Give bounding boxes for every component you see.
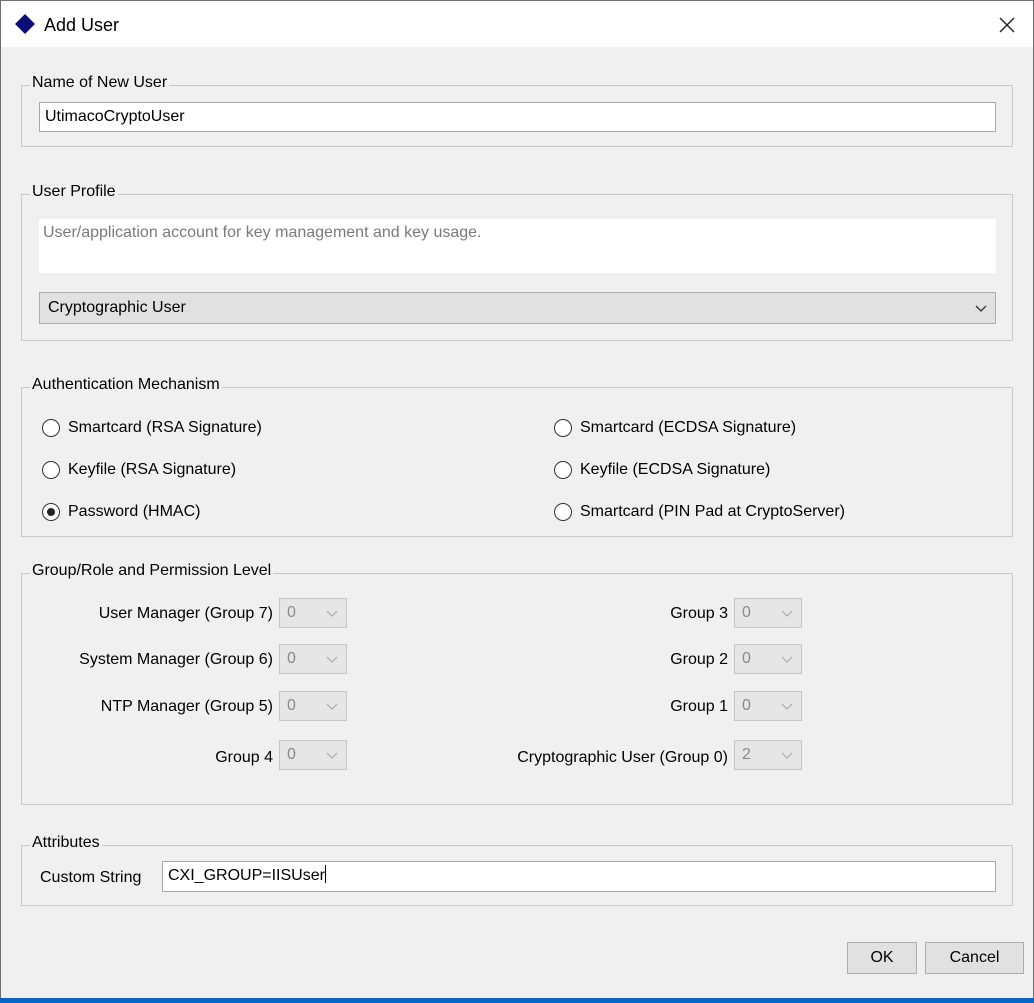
custom-string-value: CXI_GROUP=IISUser	[168, 867, 325, 884]
chevron-down-icon	[781, 752, 793, 759]
ok-button[interactable]: OK	[847, 942, 917, 974]
radio-smartcard-pinpad[interactable]: Smartcard (PIN Pad at CryptoServer)	[554, 500, 845, 524]
radio-password-hmac[interactable]: Password (HMAC)	[42, 500, 200, 524]
group-section: Group/Role and Permission Level User Man…	[21, 561, 1013, 805]
username-input[interactable]: UtimacoCryptoUser	[39, 102, 996, 132]
level-select-group2[interactable]: 0	[734, 644, 802, 674]
radio-circle	[42, 419, 60, 437]
radio-keyfile-ecdsa[interactable]: Keyfile (ECDSA Signature)	[554, 458, 770, 482]
perm-label-group7: User Manager (Group 7)	[98, 605, 273, 622]
chevron-down-icon	[781, 703, 793, 710]
cancel-button[interactable]: Cancel	[925, 942, 1024, 974]
radio-smartcard-rsa[interactable]: Smartcard (RSA Signature)	[42, 416, 262, 440]
close-button[interactable]	[987, 5, 1027, 45]
radio-label: Smartcard (PIN Pad at CryptoServer)	[580, 503, 845, 520]
auth-section-legend: Authentication Mechanism	[30, 375, 222, 395]
level-select-group3[interactable]: 0	[734, 598, 802, 628]
diamond-icon	[15, 14, 35, 34]
name-section-legend: Name of New User	[30, 73, 170, 93]
group-section-legend: Group/Role and Permission Level	[30, 561, 274, 581]
attributes-section-legend: Attributes	[30, 833, 102, 853]
perm-label-group3: Group 3	[670, 605, 728, 622]
chevron-down-icon	[326, 656, 338, 663]
level-select-group7[interactable]: 0	[279, 598, 347, 628]
level-select-group1[interactable]: 0	[734, 691, 802, 721]
chevron-down-icon	[975, 305, 987, 312]
radio-keyfile-rsa[interactable]: Keyfile (RSA Signature)	[42, 458, 236, 482]
radio-circle	[42, 503, 60, 521]
perm-label-group1: Group 1	[670, 698, 728, 715]
level-value: 0	[287, 746, 296, 763]
level-value: 2	[742, 746, 751, 763]
level-value: 0	[287, 697, 296, 714]
radio-label: Password (HMAC)	[68, 503, 201, 520]
profile-section-legend: User Profile	[30, 182, 118, 202]
custom-string-label: Custom String	[40, 869, 142, 886]
title-bar: Add User	[1, 1, 1033, 47]
radio-circle	[554, 503, 572, 521]
chevron-down-icon	[326, 752, 338, 759]
custom-string-input[interactable]: CXI_GROUP=IISUser	[162, 861, 996, 892]
profile-description: User/application account for key managem…	[39, 219, 996, 273]
profile-select-value: Cryptographic User	[48, 299, 186, 316]
perm-label-group6: System Manager (Group 6)	[79, 651, 273, 668]
radio-smartcard-ecdsa[interactable]: Smartcard (ECDSA Signature)	[554, 416, 796, 440]
profile-section: User Profile User/application account fo…	[21, 182, 1013, 341]
close-icon	[999, 17, 1015, 33]
level-select-group4[interactable]: 0	[279, 740, 347, 770]
add-user-dialog: Add User Name of New User UtimacoCryptoU…	[0, 0, 1034, 1003]
dialog-body: Name of New User UtimacoCryptoUser User …	[1, 47, 1033, 1002]
level-value: 0	[287, 650, 296, 667]
chevron-down-icon	[781, 656, 793, 663]
perm-label-group4: Group 4	[215, 749, 273, 766]
chevron-down-icon	[326, 703, 338, 710]
chevron-down-icon	[326, 610, 338, 617]
auth-section: Authentication Mechanism Smartcard (RSA …	[21, 375, 1013, 537]
name-section: Name of New User UtimacoCryptoUser	[21, 73, 1013, 147]
window-title: Add User	[44, 15, 120, 35]
level-value: 0	[742, 604, 751, 621]
radio-label: Keyfile (RSA Signature)	[68, 461, 237, 478]
radio-selected-dot	[47, 508, 55, 516]
radio-circle	[554, 461, 572, 479]
level-select-group0[interactable]: 2	[734, 740, 802, 770]
level-value: 0	[742, 650, 751, 667]
attributes-section: Attributes Custom String CXI_GROUP=IISUs…	[21, 833, 1013, 906]
level-select-group6[interactable]: 0	[279, 644, 347, 674]
radio-circle	[42, 461, 60, 479]
radio-label: Smartcard (RSA Signature)	[68, 419, 262, 436]
level-value: 0	[742, 697, 751, 714]
perm-label-group0: Cryptographic User (Group 0)	[517, 749, 728, 766]
text-caret	[324, 865, 326, 883]
radio-circle	[554, 419, 572, 437]
radio-label: Smartcard (ECDSA Signature)	[580, 419, 797, 436]
radio-label: Keyfile (ECDSA Signature)	[580, 461, 771, 478]
taskbar-edge	[0, 998, 1034, 1003]
level-value: 0	[287, 604, 296, 621]
perm-label-group5: NTP Manager (Group 5)	[100, 698, 273, 715]
level-select-group5[interactable]: 0	[279, 691, 347, 721]
chevron-down-icon	[781, 610, 793, 617]
perm-label-group2: Group 2	[670, 651, 728, 668]
profile-select[interactable]: Cryptographic User	[39, 292, 996, 324]
